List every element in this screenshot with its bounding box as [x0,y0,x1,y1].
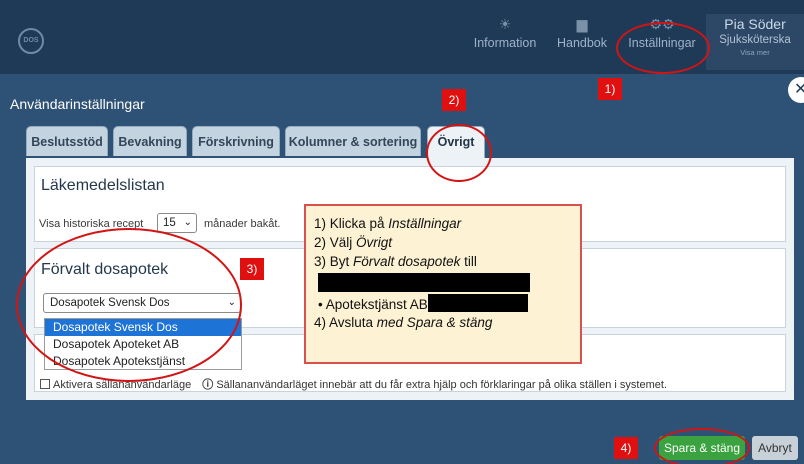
history-months-value: 15 [163,217,176,229]
annotation-badge-1: 1) [598,78,622,100]
annotation-badge-3: 3) [240,258,264,280]
user-menu[interactable]: Pia Söder Sjuksköterska Visa mer [706,14,804,70]
annotation-ellipse-save [654,428,750,464]
tab-bevakning[interactable]: Bevakning [113,126,187,156]
lakemedel-title: Läkemedelslistan [41,177,165,194]
book-icon: ▆ [576,16,588,32]
callout-step-4: 4) Avsluta med Spara & stäng [314,315,493,330]
nav-handbok[interactable]: ▆ Handbok [552,14,612,64]
annotation-ellipse-settings [616,22,710,74]
annotation-badge-4: 4) [614,437,638,459]
user-name: Pia Söder [724,16,786,32]
tab-beslutsstod[interactable]: Beslutsstöd [26,126,108,156]
tab-kolumner-sortering[interactable]: Kolumner & sortering [285,126,421,156]
nav-information[interactable]: ☀ Information [464,14,546,64]
chevron-down-icon: ⌄ [183,217,192,228]
annotation-ellipse-ovrigt [426,124,492,182]
annotation-ellipse-dosapotek [16,228,242,382]
redaction-bar [427,294,528,312]
dialog-title: Användarinställningar [10,96,145,112]
callout-step-1: 1) Klicka på Inställningar [314,216,462,231]
history-months-select[interactable]: 15 ⌄ [157,213,197,233]
nav-handbok-label: Handbok [556,36,608,50]
close-icon[interactable]: ✕ [788,77,804,103]
callout-step-2: 2) Välj Övrigt [314,235,393,250]
tab-forskrivning[interactable]: Förskrivning [192,126,280,156]
annotation-badge-2: 2) [442,89,466,111]
cancel-button[interactable]: Avbryt [752,436,798,460]
nav-information-label: Information [473,36,537,50]
instruction-callout: 1) Klicka på Inställningar 2) Välj Övrig… [304,204,582,364]
seldom-user-info: Sällananvändarläget innebär att du får e… [216,379,667,391]
show-more-link[interactable]: Visa mer [706,48,804,57]
callout-bullet: • Apotekstjänst AB [314,294,572,313]
callout-step-3: 3) Byt Förvalt dosapotek till [314,254,477,269]
seldom-user-checkbox[interactable] [40,379,50,389]
redaction-bar [318,273,530,292]
info-icon: ⓘ [202,379,214,391]
app-logo[interactable]: DOS [18,28,44,54]
sun-icon: ☀ [498,16,512,32]
user-role: Sjuksköterska [719,34,791,46]
history-suffix: månader bakåt. [204,218,281,230]
